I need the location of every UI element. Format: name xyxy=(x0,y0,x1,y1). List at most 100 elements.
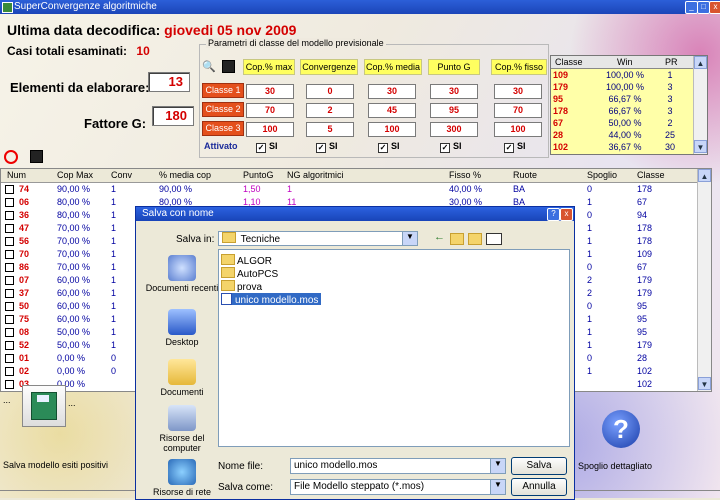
checkbox-convergenze[interactable]: ✓ SI xyxy=(316,141,338,153)
table-row[interactable]: 74 90,00 % 1 90,00 % 1,50 1 40,00 % BA 0 178 xyxy=(1,183,697,196)
row-checkbox[interactable] xyxy=(5,302,14,311)
class-3-punto-g[interactable]: 300 xyxy=(430,122,478,137)
class-1-cop-max[interactable]: 30 xyxy=(246,84,294,99)
class-3-cop-media[interactable]: 100 xyxy=(368,122,416,137)
table-cell: 56 xyxy=(19,236,30,246)
row-checkbox[interactable] xyxy=(5,315,14,324)
table-cell: 95 xyxy=(637,327,648,337)
save-icon[interactable] xyxy=(222,60,235,73)
help-icon[interactable]: ? xyxy=(602,410,640,448)
class-3-cop-fisso[interactable]: 100 xyxy=(494,122,542,137)
file-icon xyxy=(221,293,232,305)
close-button[interactable]: x xyxy=(709,1,720,14)
chevron-down-icon: ▼ xyxy=(490,459,505,473)
classe-row[interactable]: 95 66,67 % 3 xyxy=(551,94,691,105)
grid-scrollbar[interactable]: ▲ ▼ xyxy=(697,169,711,391)
row-checkbox[interactable] xyxy=(5,237,14,246)
table-cell: 0 xyxy=(587,210,593,220)
row-checkbox[interactable] xyxy=(5,263,14,272)
scroll-down-arrow-icon[interactable]: ▼ xyxy=(694,140,707,153)
save-button[interactable]: Salva xyxy=(511,457,567,475)
row-checkbox[interactable] xyxy=(5,198,14,207)
checkbox-cop-media[interactable]: ✓ SI xyxy=(378,141,400,153)
classe-row[interactable]: 102 36,67 % 30 xyxy=(551,142,691,153)
row-checkbox[interactable] xyxy=(5,341,14,350)
dialog-close-button[interactable]: x xyxy=(560,208,573,221)
factor-g-input[interactable]: 180 xyxy=(152,106,194,126)
save-icon[interactable] xyxy=(30,150,43,163)
filename-input[interactable]: unico modello.mos ▼ xyxy=(290,458,506,474)
save-positive-model-button[interactable] xyxy=(22,385,66,427)
dialog-title: Salva con nome xyxy=(142,208,214,219)
save-as-type-label: Salva come: xyxy=(218,482,274,493)
cancel-button[interactable]: Annulla xyxy=(511,478,567,496)
folder-item[interactable]: prova xyxy=(221,280,262,293)
binoculars-icon[interactable]: 🔍 xyxy=(202,60,216,73)
classe-row[interactable]: 67 50,00 % 2 xyxy=(551,118,691,129)
classe-row[interactable]: 179 100,00 % 3 xyxy=(551,82,691,93)
row-checkbox[interactable] xyxy=(5,289,14,298)
row-checkbox[interactable] xyxy=(5,276,14,285)
class-2-convergenze[interactable]: 2 xyxy=(306,103,354,118)
row-checkbox[interactable] xyxy=(5,211,14,220)
class-2-punto-g[interactable]: 95 xyxy=(430,103,478,118)
class-2-cop-max[interactable]: 70 xyxy=(246,103,294,118)
floppy-icon xyxy=(31,392,57,420)
table-cell: 178 xyxy=(637,223,653,233)
classe-row[interactable]: 28 44,00 % 25 xyxy=(551,130,691,141)
place-desktop[interactable]: Desktop xyxy=(142,309,222,347)
row-checkbox[interactable] xyxy=(5,367,14,376)
class-1-cop-media[interactable]: 30 xyxy=(368,84,416,99)
chevron-down-icon: ▼ xyxy=(490,480,505,494)
place-network[interactable]: Risorse di rete xyxy=(142,459,222,497)
back-icon[interactable]: ← xyxy=(434,231,445,243)
classe-row[interactable]: 178 66,67 % 3 xyxy=(551,106,691,117)
save-in-select[interactable]: Tecniche ▼ xyxy=(218,231,418,246)
table-cell: 179 xyxy=(637,340,653,350)
table-cell: 75 xyxy=(19,314,30,324)
table-cell: 60,00 % xyxy=(57,275,91,285)
total-cases-value: 10 xyxy=(136,44,150,58)
table-cell: 1 xyxy=(111,249,117,259)
class-2-cop-fisso[interactable]: 70 xyxy=(494,103,542,118)
class-2-cop-media[interactable]: 45 xyxy=(368,103,416,118)
scroll-down-arrow-icon[interactable]: ▼ xyxy=(698,377,711,390)
documents-icon xyxy=(168,359,196,385)
scroll-up-arrow-icon[interactable]: ▲ xyxy=(694,56,707,69)
save-as-type-select[interactable]: File Modello steppato (*.mos) ▼ xyxy=(290,479,506,495)
file-item-selected[interactable]: unico modello.mos xyxy=(221,293,322,306)
row-checkbox[interactable] xyxy=(5,380,14,389)
place-recent-documents[interactable]: Documenti recenti xyxy=(142,255,222,293)
checkbox-cop-fisso[interactable]: ✓ SI xyxy=(504,141,526,153)
factor-g-label: Fattore G: xyxy=(84,116,147,131)
row-checkbox[interactable] xyxy=(5,250,14,259)
row-checkbox[interactable] xyxy=(5,328,14,337)
up-folder-icon[interactable] xyxy=(450,233,464,245)
table-cell: 36 xyxy=(19,210,30,220)
place-documents[interactable]: Documenti xyxy=(142,359,222,397)
elements-input[interactable]: 13 xyxy=(148,72,190,92)
row-checkbox[interactable] xyxy=(5,224,14,233)
class-1-cop-fisso[interactable]: 30 xyxy=(494,84,542,99)
window-titlebar: SuperConvergenze algoritmiche _ □ x xyxy=(0,0,720,14)
classe-row[interactable]: 109 100,00 % 1 xyxy=(551,70,691,81)
class-1-convergenze[interactable]: 0 xyxy=(306,84,354,99)
no-icon[interactable] xyxy=(4,150,18,164)
checkbox-punto-g[interactable]: ✓ SI xyxy=(440,141,462,153)
class-3-convergenze[interactable]: 5 xyxy=(306,122,354,137)
scroll-up-arrow-icon[interactable]: ▲ xyxy=(698,169,711,182)
class-3-cop-max[interactable]: 100 xyxy=(246,122,294,137)
row-checkbox[interactable] xyxy=(5,354,14,363)
checkbox-cop-max[interactable]: ✓ SI xyxy=(256,141,278,153)
place-my-computer[interactable]: Risorse del computer xyxy=(142,405,222,453)
row-checkbox[interactable] xyxy=(5,185,14,194)
classe-table-scrollbar[interactable]: ▲ ▼ xyxy=(693,56,707,154)
classe-table-header: Classe Win PR xyxy=(551,56,693,69)
view-menu-icon[interactable] xyxy=(486,233,502,245)
folder-item[interactable]: ALGOR xyxy=(221,254,272,267)
class-1-punto-g[interactable]: 30 xyxy=(430,84,478,99)
ellipsis-button[interactable]: ... xyxy=(68,398,76,408)
new-folder-icon[interactable] xyxy=(468,233,482,245)
folder-item[interactable]: AutoPCS xyxy=(221,267,278,280)
dialog-help-button[interactable]: ? xyxy=(547,208,560,221)
